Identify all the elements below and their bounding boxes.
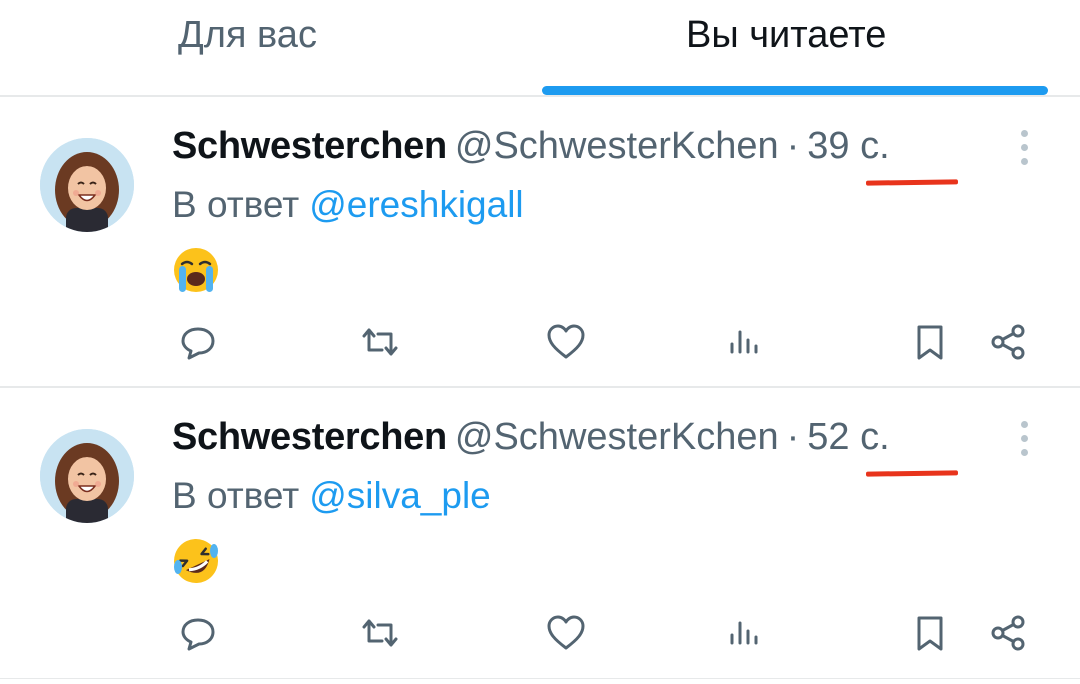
tab-following[interactable]: Вы читаете bbox=[540, 0, 1080, 95]
reply-prefix: В ответ bbox=[172, 184, 300, 225]
reply-prefix: В ответ bbox=[172, 475, 300, 516]
active-tab-indicator bbox=[542, 86, 1048, 95]
tab-following-label: Вы читаете bbox=[686, 14, 887, 56]
user-handle[interactable]: @SchwesterKchen bbox=[455, 125, 779, 167]
reply-context: В ответ @ereshkigall bbox=[172, 182, 524, 228]
timeline-tabs: Для вас Вы читаете bbox=[0, 0, 1080, 97]
more-options-icon[interactable] bbox=[1006, 419, 1042, 459]
avatar[interactable] bbox=[40, 138, 134, 232]
red-underline-annotation bbox=[865, 179, 959, 186]
avatar-illustration bbox=[40, 138, 134, 232]
tab-for-you-label: Для вас bbox=[178, 14, 317, 56]
share-icon[interactable] bbox=[984, 609, 1032, 657]
tweet-actions bbox=[0, 318, 1080, 368]
retweet-icon[interactable] bbox=[356, 609, 404, 657]
bookmark-icon[interactable] bbox=[906, 609, 954, 657]
tweet[interactable]: Schwesterchen @SchwesterKchen · 52 с. В отв… bbox=[0, 389, 1080, 679]
retweet-icon[interactable] bbox=[356, 318, 404, 366]
tweet-header: Schwesterchen @SchwesterKchen · 52 с. bbox=[172, 413, 890, 461]
like-icon[interactable] bbox=[542, 609, 590, 657]
separator-dot: · bbox=[786, 416, 800, 458]
views-icon[interactable] bbox=[720, 318, 768, 366]
tweet[interactable]: Schwesterchen @SchwesterKchen · 39 с. В отв… bbox=[0, 98, 1080, 388]
reply-icon[interactable] bbox=[174, 318, 222, 366]
avatar[interactable] bbox=[40, 429, 134, 523]
avatar-illustration bbox=[40, 429, 134, 523]
more-options-icon[interactable] bbox=[1006, 128, 1042, 168]
display-name[interactable]: Schwesterchen bbox=[172, 125, 447, 167]
tweet-timestamp[interactable]: 52 с. bbox=[807, 416, 889, 458]
reply-mention-link[interactable]: @ereshkigall bbox=[309, 184, 523, 225]
like-icon[interactable] bbox=[542, 318, 590, 366]
views-icon[interactable] bbox=[720, 609, 768, 657]
loudly-crying-face-emoji-icon bbox=[172, 246, 220, 294]
tab-for-you[interactable]: Для вас bbox=[0, 0, 540, 95]
tweet-header: Schwesterchen @SchwesterKchen · 39 с. bbox=[172, 122, 890, 170]
rolling-on-the-floor-laughing-emoji-icon bbox=[172, 537, 220, 585]
user-handle[interactable]: @SchwesterKchen bbox=[455, 416, 779, 458]
display-name[interactable]: Schwesterchen bbox=[172, 416, 447, 458]
red-underline-annotation bbox=[865, 470, 959, 477]
tweet-timestamp[interactable]: 39 с. bbox=[807, 125, 889, 167]
share-icon[interactable] bbox=[984, 318, 1032, 366]
tweet-actions bbox=[0, 609, 1080, 659]
separator-dot: · bbox=[786, 125, 800, 167]
bookmark-icon[interactable] bbox=[906, 318, 954, 366]
reply-mention-link[interactable]: @silva_ple bbox=[309, 475, 491, 516]
reply-icon[interactable] bbox=[174, 609, 222, 657]
reply-context: В ответ @silva_ple bbox=[172, 473, 491, 519]
